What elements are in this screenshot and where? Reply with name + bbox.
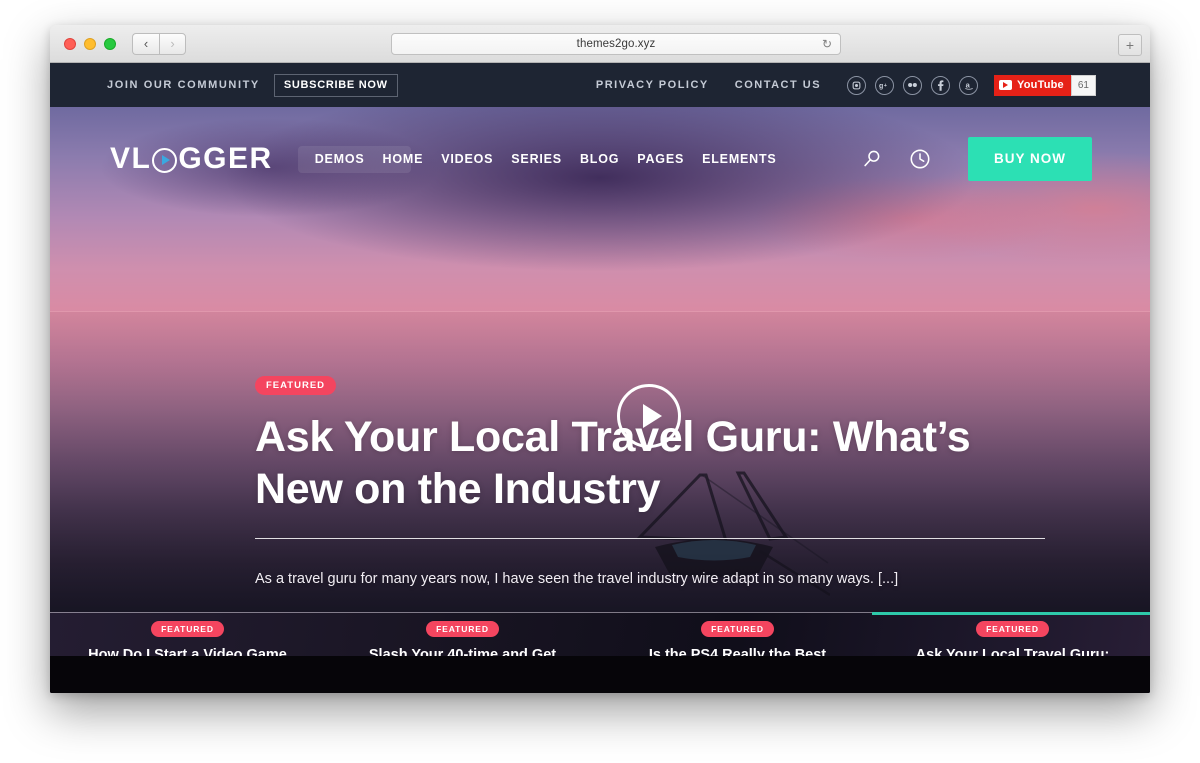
flickr-icon[interactable] — [903, 75, 923, 95]
plus-icon: + — [1125, 37, 1135, 53]
hero-divider — [255, 538, 1045, 540]
status-badge: FEATURED — [151, 621, 224, 637]
site-header: VL GGER DEMOS HOME VIDEOS SERIES BLOG PA… — [50, 127, 1150, 191]
buy-now-button[interactable]: BUY NOW — [967, 137, 1092, 181]
youtube-button[interactable]: YouTube — [994, 74, 1071, 96]
browser-titlebar: ‹ › themes2go.xyz ↻ + — [50, 25, 1150, 63]
status-badge: FEATURED — [976, 621, 1049, 637]
social-icons: g + a — [847, 75, 979, 95]
header-actions: BUY NOW — [860, 137, 1092, 181]
join-community-label: JOIN OUR COMMUNITY — [107, 79, 260, 91]
utility-bar-right: PRIVACY POLICY CONTACT US g + a YouTube … — [596, 74, 1096, 96]
browser-window: ‹ › themes2go.xyz ↻ + JOIN OUR COMMUNITY… — [50, 25, 1150, 693]
page-bottom-bar — [50, 656, 1150, 693]
main-navigation: DEMOS HOME VIDEOS SERIES BLOG PAGES ELEM… — [297, 146, 786, 173]
site-logo[interactable]: VL GGER — [110, 144, 273, 174]
svg-text:a: a — [965, 81, 970, 90]
privacy-policy-link[interactable]: PRIVACY POLICY — [596, 79, 709, 91]
nav-item-elements[interactable]: ELEMENTS — [693, 152, 785, 166]
hero-featured-badge: FEATURED — [255, 376, 337, 395]
logo-text-pre: VL — [110, 142, 152, 175]
site-utility-bar: JOIN OUR COMMUNITY SUBSCRIBE NOW PRIVACY… — [50, 63, 1150, 107]
instagram-icon[interactable] — [847, 75, 867, 95]
hero-section: VL GGER DEMOS HOME VIDEOS SERIES BLOG PA… — [50, 107, 1150, 612]
nav-item-demos[interactable]: DEMOS — [306, 152, 374, 166]
google-plus-icon[interactable]: g + — [875, 75, 895, 95]
maximize-window-button[interactable] — [104, 37, 116, 50]
nav-item-series[interactable]: SERIES — [502, 152, 571, 166]
amazon-icon[interactable]: a — [959, 75, 979, 95]
status-badge: FEATURED — [701, 621, 774, 637]
page-viewport: JOIN OUR COMMUNITY SUBSCRIBE NOW PRIVACY… — [50, 63, 1150, 693]
minimize-window-button[interactable] — [84, 37, 96, 50]
search-icon[interactable] — [860, 147, 884, 171]
chevron-left-icon: ‹ — [143, 36, 149, 51]
nav-item-blog[interactable]: BLOG — [571, 152, 628, 166]
youtube-play-icon — [999, 80, 1013, 90]
logo-play-icon — [152, 147, 178, 173]
hero-excerpt: As a travel guru for many years now, I h… — [255, 571, 899, 588]
logo-text-post: GGER — [178, 142, 273, 175]
youtube-label: YouTube — [1017, 79, 1064, 91]
nav-item-pages[interactable]: PAGES — [628, 152, 693, 166]
hero-foreground: VL GGER DEMOS HOME VIDEOS SERIES BLOG PA… — [50, 107, 1150, 612]
clock-icon[interactable] — [908, 147, 932, 171]
contact-us-link[interactable]: CONTACT US — [735, 79, 821, 91]
url-text: themes2go.xyz — [576, 38, 656, 50]
nav-item-home[interactable]: HOME — [374, 152, 433, 166]
svg-text:+: + — [884, 83, 887, 89]
reload-icon[interactable]: ↻ — [822, 38, 832, 50]
subscribe-now-button[interactable]: SUBSCRIBE NOW — [273, 73, 398, 97]
youtube-subscriber-count: 61 — [1070, 74, 1096, 96]
browser-navigation: ‹ › — [132, 32, 186, 55]
hero-play-button[interactable] — [617, 384, 681, 448]
facebook-icon[interactable] — [931, 75, 951, 95]
back-button[interactable]: ‹ — [132, 32, 159, 55]
utility-bar-left: JOIN OUR COMMUNITY SUBSCRIBE NOW — [107, 73, 398, 97]
forward-button[interactable]: › — [159, 32, 186, 55]
nav-item-videos[interactable]: VIDEOS — [432, 152, 502, 166]
svg-text:g: g — [879, 82, 883, 89]
status-badge: FEATURED — [426, 621, 499, 637]
youtube-subscribe-badge[interactable]: YouTube 61 — [994, 74, 1096, 96]
window-controls — [64, 37, 116, 50]
address-bar[interactable]: themes2go.xyz ↻ — [391, 33, 841, 55]
close-window-button[interactable] — [64, 37, 76, 50]
new-tab-button[interactable]: + — [1118, 34, 1142, 56]
chevron-right-icon: › — [170, 36, 175, 51]
